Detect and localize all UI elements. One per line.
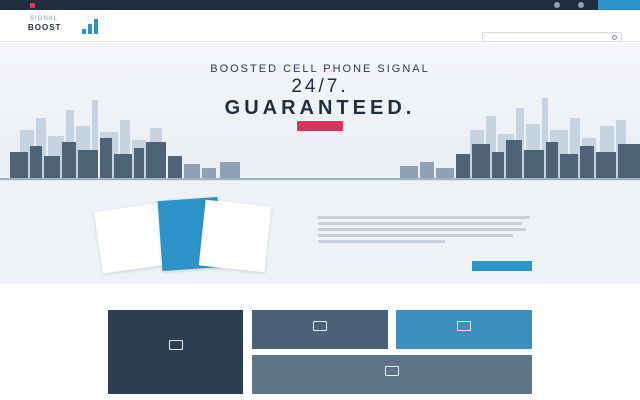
report-description bbox=[318, 216, 530, 252]
logo-line2: BOOST bbox=[28, 23, 62, 32]
vehicle-icon bbox=[457, 321, 471, 331]
report-download-button[interactable] bbox=[472, 261, 532, 271]
promo-icon bbox=[30, 3, 35, 9]
promo-banner[interactable] bbox=[30, 3, 38, 9]
truck-icon bbox=[385, 366, 399, 376]
search-icon[interactable] bbox=[612, 35, 617, 40]
site-header: SIGNAL BOOST bbox=[0, 10, 640, 42]
user-icon[interactable] bbox=[578, 2, 584, 8]
cart-button[interactable] bbox=[598, 0, 640, 10]
solution-tile-enterprise[interactable] bbox=[108, 310, 243, 394]
top-bar bbox=[0, 0, 640, 10]
hero-subtitle: BOOSTED CELL PHONE SIGNAL bbox=[210, 63, 430, 75]
solution-tile-public-safety[interactable] bbox=[252, 355, 532, 394]
city-skyline-illustration bbox=[0, 98, 640, 180]
hero-banner: BOOSTED CELL PHONE SIGNAL 24/7. GUARANTE… bbox=[0, 43, 640, 180]
report-preview-image bbox=[90, 196, 280, 279]
signal-bars-icon bbox=[82, 18, 98, 34]
chat-icon[interactable] bbox=[554, 2, 560, 8]
search-input[interactable] bbox=[482, 32, 622, 42]
logo-line1: SIGNAL bbox=[30, 16, 59, 22]
solution-tile-vehicle[interactable] bbox=[396, 310, 532, 349]
logo[interactable]: SIGNAL BOOST bbox=[22, 16, 102, 38]
main-nav bbox=[142, 26, 218, 31]
building-icon bbox=[169, 340, 183, 350]
solution-tile-home[interactable] bbox=[252, 310, 388, 349]
report-section bbox=[0, 180, 640, 284]
solutions-section bbox=[0, 284, 640, 400]
home-icon bbox=[313, 321, 327, 331]
